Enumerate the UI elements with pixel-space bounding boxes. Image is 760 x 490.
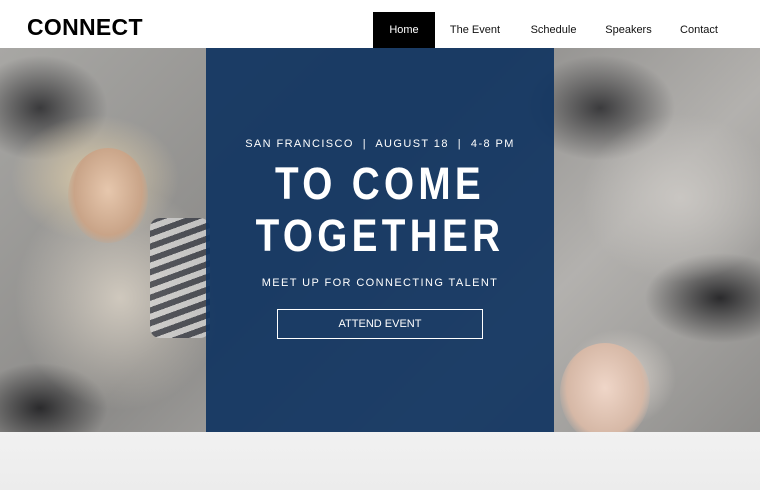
event-meta: SAN FRANCISCO | AUGUST 18 | 4-8 PM xyxy=(245,138,515,150)
attend-event-button[interactable]: ATTEND EVENT xyxy=(277,309,483,339)
main-nav: Home The Event Schedule Speakers Contact xyxy=(373,12,733,48)
headline-line-2: TOGETHER xyxy=(255,210,505,261)
woman-face-photo xyxy=(68,148,148,243)
next-section-strip xyxy=(0,432,760,490)
site-header: CONNECT Home The Event Schedule Speakers… xyxy=(0,0,760,48)
hero-tagline: MEET UP FOR CONNECTING TALENT xyxy=(261,277,499,289)
nav-schedule[interactable]: Schedule xyxy=(515,12,592,48)
striped-shirt-photo xyxy=(150,218,210,338)
site-logo[interactable]: CONNECT xyxy=(27,14,143,40)
nav-the-event[interactable]: The Event xyxy=(435,12,515,48)
headline-line-1: TO COME xyxy=(274,158,486,209)
man-face-photo xyxy=(560,343,650,432)
nav-home[interactable]: Home xyxy=(373,12,435,48)
nav-contact[interactable]: Contact xyxy=(665,12,733,48)
hero-content: SAN FRANCISCO | AUGUST 18 | 4-8 PM TO CO… xyxy=(206,48,554,432)
nav-speakers[interactable]: Speakers xyxy=(592,12,665,48)
hero-overlay-panel: SAN FRANCISCO | AUGUST 18 | 4-8 PM TO CO… xyxy=(206,48,554,432)
hero-headline: TO COME TOGETHER xyxy=(230,158,529,262)
